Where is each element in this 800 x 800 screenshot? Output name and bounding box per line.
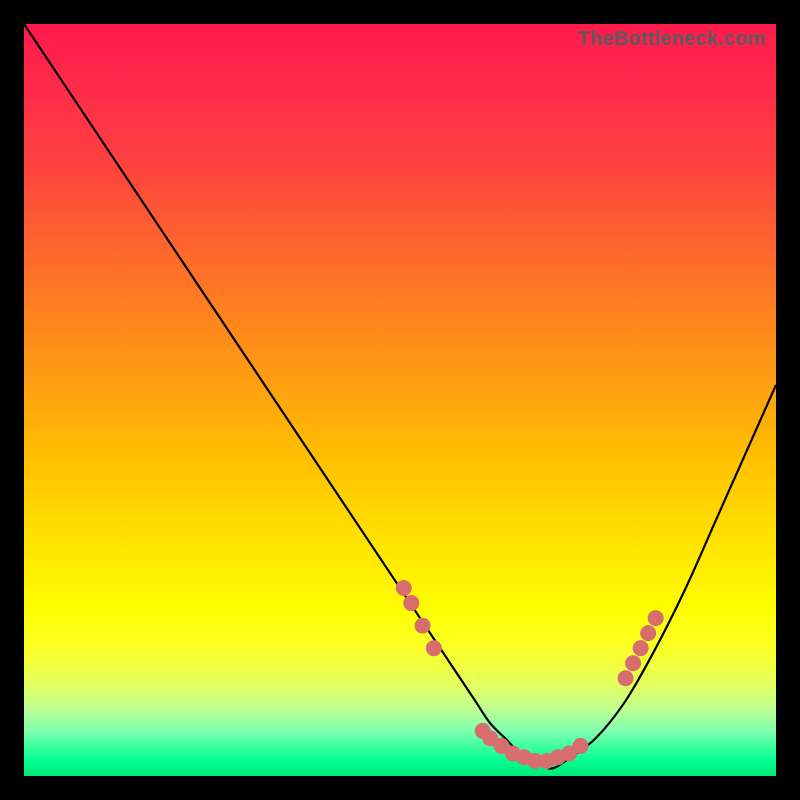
marker-dot [494, 738, 510, 754]
plot-area: TheBottleneck.com [24, 24, 776, 776]
marker-dot [550, 749, 566, 765]
marker-dot [561, 745, 577, 761]
marker-dot [415, 618, 431, 634]
marker-dot [648, 610, 664, 626]
marker-dot [618, 670, 634, 686]
marker-dot [539, 753, 555, 769]
marker-dot [426, 640, 442, 656]
chart-svg [24, 24, 776, 776]
marker-dot [482, 730, 498, 746]
marker-dot [527, 753, 543, 769]
marker-dot [505, 745, 521, 761]
curve-line [24, 24, 776, 768]
marker-dot [572, 738, 588, 754]
chart-container: TheBottleneck.com [0, 0, 800, 800]
marker-dots [396, 580, 664, 769]
marker-dot [475, 723, 491, 739]
marker-dot [625, 655, 641, 671]
marker-dot [516, 749, 532, 765]
watermark-text: TheBottleneck.com [578, 28, 766, 51]
marker-dot [403, 595, 419, 611]
marker-dot [633, 640, 649, 656]
marker-dot [396, 580, 412, 596]
marker-dot [640, 625, 656, 641]
